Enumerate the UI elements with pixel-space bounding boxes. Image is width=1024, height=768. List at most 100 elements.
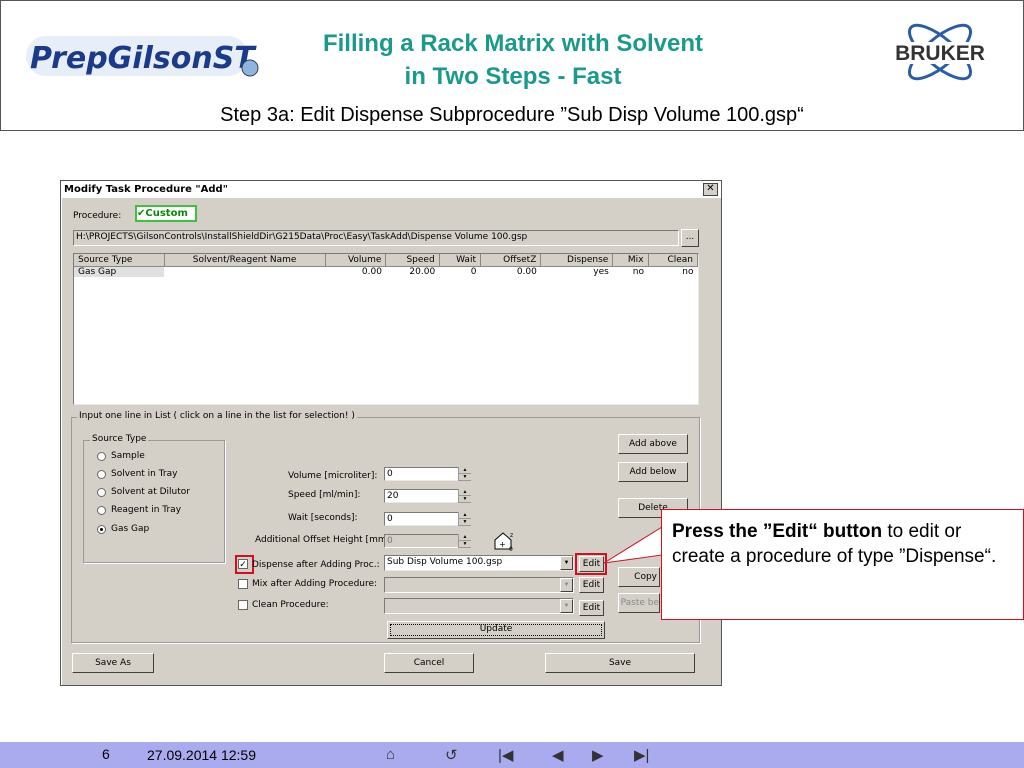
list-column-header[interactable]: Volume xyxy=(325,254,387,267)
spin-down-icon: ▼ xyxy=(459,474,471,481)
dropdown-arrow-icon: ▼ xyxy=(560,578,573,592)
source-type-radio[interactable] xyxy=(97,452,106,461)
slide-title-line2: in Two Steps - Fast xyxy=(404,63,622,90)
list-row[interactable]: Gas Gap 0.00 20.00 0 0.00 yes no no xyxy=(74,266,698,277)
page-number: 6 xyxy=(102,746,110,762)
source-type-radio[interactable] xyxy=(97,506,106,515)
source-type-radio[interactable] xyxy=(97,488,106,497)
procedure-list[interactable]: Source Type Solvent/Reagent Name Volume Spe… xyxy=(73,253,699,405)
prepgilsonst-logo: PrepGilsonST xyxy=(26,36,259,77)
mix-checkbox[interactable] xyxy=(238,579,248,589)
offset-height-icon[interactable]: + 0 z xyxy=(493,530,517,552)
paste-button: Paste be xyxy=(618,593,660,613)
modify-task-dialog: Modify Task Procedure "Add" ✕ Procedure:… xyxy=(60,180,722,686)
bruker-logo: BRUKER xyxy=(876,23,1004,81)
clean-edit-button[interactable]: Edit xyxy=(579,600,604,616)
update-button[interactable]: Update xyxy=(387,621,605,639)
wait-label: Wait [seconds]: xyxy=(288,513,358,523)
wait-spinner[interactable]: ▲ ▼ xyxy=(458,512,471,526)
list-cell: 20.00 xyxy=(409,267,436,277)
custom-badge: ✔Custom xyxy=(135,205,197,222)
dropdown-arrow-icon[interactable]: ▼ xyxy=(560,556,573,570)
list-column-header[interactable]: Solvent/Reagent Name xyxy=(164,254,326,267)
source-type-radio[interactable] xyxy=(97,470,106,479)
return-icon[interactable]: ↺ xyxy=(445,746,458,764)
callout-pointer xyxy=(603,526,663,564)
list-column-header[interactable]: Speed xyxy=(385,254,440,267)
spin-down-icon: ▼ xyxy=(459,541,471,548)
cancel-button[interactable]: Cancel xyxy=(384,653,474,673)
source-type-radio[interactable] xyxy=(97,525,106,534)
check-icon: ✓ xyxy=(239,559,247,569)
svg-text:+: + xyxy=(499,540,506,549)
spin-down-icon: ▼ xyxy=(459,496,471,503)
svg-text:z: z xyxy=(510,532,513,539)
spin-up-icon: ▲ xyxy=(459,467,471,474)
offset-input: 0 xyxy=(384,534,469,548)
mix-edit-button[interactable]: Edit xyxy=(579,577,604,593)
speed-label: Speed [ml/min]: xyxy=(288,490,361,500)
slide-subtitle: Step 3a: Edit Dispense Subprocedure ”Sub… xyxy=(220,104,804,126)
dropdown-arrow-icon: ▼ xyxy=(560,599,573,613)
list-column-header[interactable]: Source Type xyxy=(74,254,165,267)
callout-bold-text: Press the ”Edit“ button xyxy=(672,521,883,542)
list-cell: 0.00 xyxy=(516,267,537,277)
custom-badge-label: Custom xyxy=(145,208,188,219)
list-cell: Gas Gap xyxy=(74,266,165,277)
add-below-button[interactable]: Add below xyxy=(618,462,688,482)
dialog-title: Modify Task Procedure "Add" xyxy=(64,184,228,195)
speed-input[interactable]: 20 xyxy=(384,489,469,503)
source-type-option-label: Solvent at Dilutor xyxy=(111,487,190,497)
prev-icon[interactable]: ◀ xyxy=(552,746,564,764)
dispense-proc-select[interactable]: Sub Disp Volume 100.gsp xyxy=(384,555,574,571)
list-column-header[interactable]: Mix xyxy=(612,254,649,267)
source-type-label: Source Type xyxy=(90,434,149,444)
input-group-label: Input one line in List ( click on a line… xyxy=(77,411,357,421)
slide-footer: 6 27.09.2014 12:59 ⌂ ↺ |◀ ◀ ▶ ▶| xyxy=(0,742,1024,768)
add-above-button[interactable]: Add above xyxy=(618,434,688,454)
spin-down-icon: ▼ xyxy=(459,519,471,526)
copy-button[interactable]: Copy xyxy=(618,567,660,587)
volume-spinner[interactable]: ▲ ▼ xyxy=(458,467,471,481)
list-column-header[interactable]: Clean xyxy=(648,254,698,267)
wait-input[interactable]: 0 xyxy=(384,512,469,526)
close-icon[interactable]: ✕ xyxy=(703,183,718,196)
source-type-option-label: Solvent in Tray xyxy=(111,469,178,479)
footer-datetime: 27.09.2014 12:59 xyxy=(147,747,256,763)
mix-proc-select xyxy=(384,577,574,593)
list-cell: 0 xyxy=(470,267,477,277)
slide-title-line1: Filling a Rack Matrix with Solvent xyxy=(322,30,704,57)
first-icon[interactable]: |◀ xyxy=(498,746,513,764)
clean-label: Clean Procedure: xyxy=(252,600,329,610)
procedure-path-field: H:\PROJECTS\GilsonControls\InstallShield… xyxy=(73,230,679,246)
spin-up-icon: ▲ xyxy=(459,534,471,541)
source-type-option-label: Sample xyxy=(111,451,145,461)
list-cell: no xyxy=(632,267,645,277)
spin-up-icon: ▲ xyxy=(459,489,471,496)
dialog-titlebar: Modify Task Procedure "Add" ✕ xyxy=(61,181,721,198)
offset-label: Additional Offset Height [mm]: xyxy=(255,535,394,545)
save-as-button[interactable]: Save As xyxy=(72,653,154,673)
save-button[interactable]: Save xyxy=(545,653,695,673)
dispense-checkbox[interactable]: ✓ xyxy=(238,559,248,569)
browse-button[interactable]: ... xyxy=(681,229,699,247)
home-icon[interactable]: ⌂ xyxy=(386,746,395,763)
volume-label: Volume [microliter]: xyxy=(288,471,378,481)
instruction-callout: Press the ”Edit“ button to edit or creat… xyxy=(661,509,1024,620)
last-icon[interactable]: ▶| xyxy=(634,746,649,764)
svg-text:BRUKER: BRUKER xyxy=(895,42,985,65)
svg-text:0: 0 xyxy=(509,546,513,552)
speed-spinner[interactable]: ▲ ▼ xyxy=(458,489,471,503)
list-column-header[interactable]: OffsetZ xyxy=(480,254,542,267)
list-cell: yes xyxy=(593,267,609,277)
offset-spinner: ▲ ▼ xyxy=(458,534,471,548)
next-icon[interactable]: ▶ xyxy=(592,746,604,764)
clean-proc-select xyxy=(384,598,574,614)
source-type-option-label: Gas Gap xyxy=(111,524,150,534)
list-column-header[interactable]: Wait xyxy=(439,254,481,267)
clean-checkbox[interactable] xyxy=(238,600,248,610)
svg-text:PrepGilsonST: PrepGilsonST xyxy=(30,41,257,76)
volume-input[interactable]: 0 xyxy=(384,467,469,481)
list-column-header[interactable]: Dispense xyxy=(540,254,614,267)
procedure-label: Procedure: xyxy=(73,211,122,221)
